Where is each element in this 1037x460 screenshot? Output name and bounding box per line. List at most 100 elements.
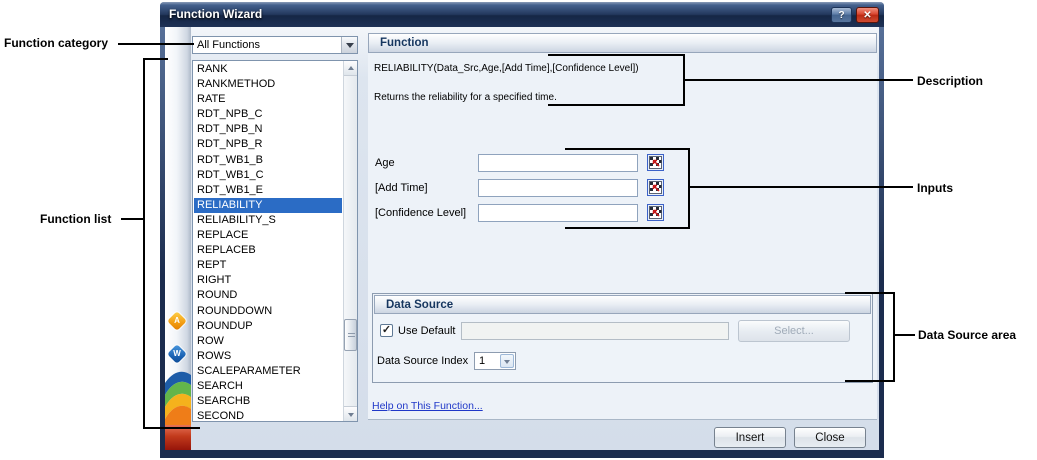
- list-item[interactable]: RATE: [194, 92, 342, 107]
- annotation-function-list: Function list: [40, 212, 111, 226]
- annotated-screenshot: Function Wizard ? ✕ A W All Functions: [0, 0, 1037, 460]
- scroll-up-button[interactable]: [344, 61, 358, 76]
- category-value: All Functions: [197, 37, 260, 53]
- badge-letter: A: [170, 314, 184, 328]
- help-on-function-link[interactable]: Help on This Function...: [372, 400, 483, 412]
- list-item[interactable]: REPLACE: [194, 228, 342, 243]
- scrollbar[interactable]: [343, 61, 357, 421]
- list-item[interactable]: RELIABILITY: [194, 198, 342, 213]
- add-time-cell-picker-button[interactable]: [646, 178, 665, 197]
- list-item[interactable]: ROUNDUP: [194, 319, 342, 334]
- scroll-down-button[interactable]: [344, 406, 358, 421]
- window-title: Function Wizard: [169, 2, 262, 27]
- annotation-data-source-area: Data Source area: [918, 328, 1016, 342]
- use-default-label: Use Default: [398, 325, 455, 337]
- spreadsheet-picker-icon: [646, 203, 665, 222]
- list-item[interactable]: REPT: [194, 258, 342, 273]
- annotation-bracket: [565, 227, 690, 229]
- list-item[interactable]: RIGHT: [194, 273, 342, 288]
- list-item[interactable]: RDT_WB1_C: [194, 168, 342, 183]
- age-cell-picker-button[interactable]: [646, 153, 665, 172]
- title-bar[interactable]: Function Wizard ? ✕: [160, 2, 884, 27]
- annotation-line: [895, 334, 915, 336]
- chevron-down-icon: [348, 413, 354, 417]
- function-panel-header: Function: [368, 33, 877, 53]
- insert-button[interactable]: Insert: [714, 427, 786, 448]
- annotation-line: [685, 79, 913, 81]
- annotation-bracket: [565, 148, 690, 150]
- annotation-line: [118, 43, 194, 45]
- list-item[interactable]: REPLACEB: [194, 243, 342, 258]
- list-item[interactable]: RDT_WB1_B: [194, 153, 342, 168]
- chevron-up-icon: [348, 66, 354, 70]
- list-item[interactable]: ROW: [194, 334, 342, 349]
- annotation-bracket: [143, 427, 200, 429]
- annotation-inputs: Inputs: [917, 181, 953, 195]
- combo-dropdown-button[interactable]: [500, 354, 514, 368]
- list-item[interactable]: SECOND: [194, 409, 342, 422]
- function-signature: RELIABILITY(Data_Src,Age,[Add Time],[Con…: [374, 63, 639, 74]
- select-data-source-button[interactable]: Select...: [738, 320, 850, 342]
- age-input[interactable]: [478, 154, 638, 172]
- confidence-level-label: [Confidence Level]: [375, 207, 466, 219]
- function-list-items: RANKRANKMETHODRATERDT_NPB_CRDT_NPB_NRDT_…: [194, 62, 342, 422]
- list-item[interactable]: ROUND: [194, 288, 342, 303]
- confidence-level-input[interactable]: [478, 204, 638, 222]
- add-time-label: [Add Time]: [375, 182, 428, 194]
- function-category-dropdown[interactable]: All Functions: [192, 36, 358, 54]
- wave-logo-icon: [165, 367, 191, 425]
- close-icon: ✕: [863, 10, 871, 21]
- list-item[interactable]: SCALEPARAMETER: [194, 364, 342, 379]
- data-source-index-combo[interactable]: 1: [474, 352, 516, 370]
- spreadsheet-picker-icon: [646, 153, 665, 172]
- confidence-level-cell-picker-button[interactable]: [646, 203, 665, 222]
- function-wizard-dialog: Function Wizard ? ✕ A W All Functions: [160, 2, 884, 458]
- weibull-badge-icon: W: [167, 344, 187, 364]
- list-item[interactable]: RANKMETHOD: [194, 77, 342, 92]
- age-label: Age: [375, 157, 395, 169]
- help-button[interactable]: ?: [831, 7, 852, 23]
- annotation-bracket: [893, 292, 895, 382]
- annotation-line: [690, 186, 913, 188]
- dropdown-button[interactable]: [341, 37, 357, 53]
- alta-badge-icon: A: [167, 311, 187, 331]
- list-item[interactable]: RANK: [194, 62, 342, 77]
- annotation-bracket: [688, 148, 690, 229]
- list-item[interactable]: RDT_WB1_E: [194, 183, 342, 198]
- add-time-input[interactable]: [478, 179, 638, 197]
- data-source-index-label: Data Source Index: [377, 355, 468, 367]
- data-source-field: [461, 322, 729, 340]
- function-list[interactable]: RANKRANKMETHODRATERDT_NPB_CRDT_NPB_NRDT_…: [192, 60, 358, 422]
- data-source-header: Data Source: [374, 295, 871, 314]
- use-default-checkbox[interactable]: ✓: [380, 324, 393, 337]
- list-item[interactable]: RDT_NPB_C: [194, 107, 342, 122]
- annotation-bracket: [143, 58, 168, 60]
- annotation-line: [121, 218, 145, 220]
- chevron-down-icon: [346, 43, 354, 48]
- annotation-function-category: Function category: [4, 36, 108, 50]
- list-item[interactable]: SEARCH: [194, 379, 342, 394]
- annotation-bracket: [548, 54, 685, 56]
- annotation-bracket: [845, 292, 895, 294]
- annotation-bracket: [548, 104, 685, 106]
- grip-icon: [348, 333, 355, 339]
- scrollbar-thumb[interactable]: [344, 319, 357, 351]
- list-item[interactable]: RDT_NPB_R: [194, 137, 342, 152]
- list-item[interactable]: ROWS: [194, 349, 342, 364]
- question-icon: ?: [838, 10, 844, 21]
- list-item[interactable]: ROUNDDOWN: [194, 304, 342, 319]
- dialog-body: A W All Functions RANKRANKMETHODRATERDT_…: [165, 27, 879, 450]
- close-window-button[interactable]: ✕: [856, 7, 879, 23]
- close-button[interactable]: Close: [794, 427, 866, 448]
- spreadsheet-picker-icon: [646, 178, 665, 197]
- badge-letter: W: [170, 347, 184, 361]
- annotation-bracket: [845, 380, 895, 382]
- list-item[interactable]: RELIABILITY_S: [194, 213, 342, 228]
- data-source-group: Data Source ✓ Use Default Select... Data…: [372, 293, 873, 383]
- annotation-description: Description: [917, 74, 983, 88]
- list-item[interactable]: SEARCHB: [194, 394, 342, 409]
- function-description: Returns the reliability for a specified …: [374, 92, 557, 103]
- index-value: 1: [479, 353, 485, 369]
- list-item[interactable]: RDT_NPB_N: [194, 122, 342, 137]
- brand-sidebar: A W: [165, 27, 191, 450]
